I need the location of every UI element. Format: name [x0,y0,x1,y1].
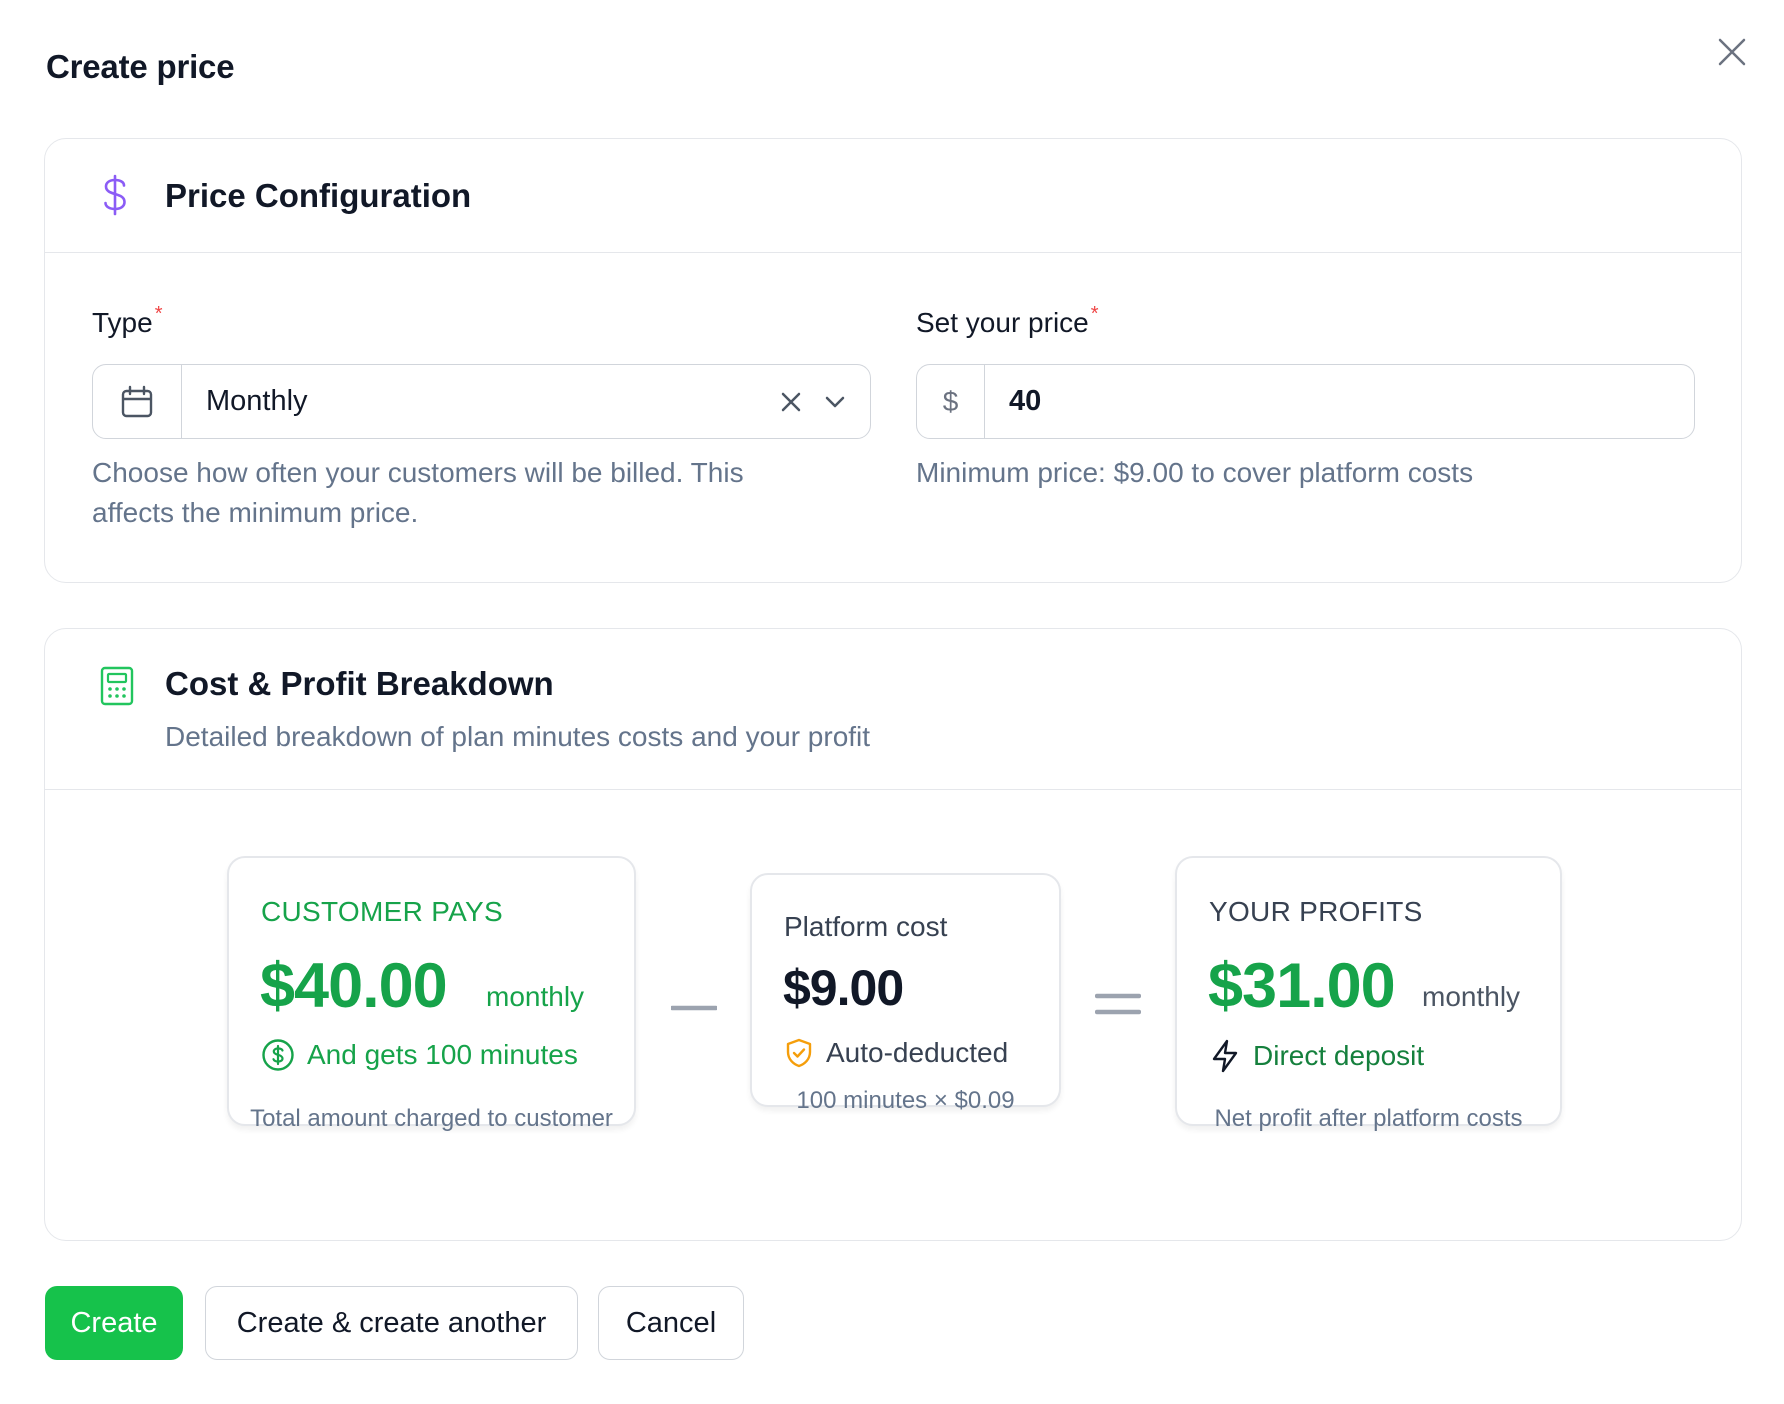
create-another-button[interactable]: Create & create another [205,1286,578,1360]
shield-check-icon [786,1038,812,1068]
platform-cost-note: Auto-deducted [784,1037,1008,1069]
calculator-icon [99,665,135,712]
price-configuration-header: Price Configuration [45,139,1741,253]
customer-pays-amount: $40.00 [260,951,448,1021]
platform-cost-note-text: Auto-deducted [826,1037,1009,1068]
required-mark: * [154,303,163,325]
your-profits-note-text: Direct deposit [1253,1040,1425,1071]
clear-selection-button[interactable] [780,391,802,413]
price-help-text: Minimum price: $9.00 to cover platform c… [916,457,1474,488]
platform-cost-card: Platform cost $9.00 Auto-deducted [750,873,1061,1107]
platform-cost-caption: 100 minutes × $0.09 [796,1087,1015,1114]
dropdown-toggle[interactable] [824,395,846,409]
price-label: Set your price * [916,303,1099,338]
customer-pays-note: And gets 100 minutes [261,1038,578,1072]
type-label: Type * [92,303,163,338]
customer-pays-caption: Total amount charged to customer [250,1105,613,1132]
required-mark: * [1090,303,1099,325]
breakdown-title: Cost & Profit Breakdown [165,665,554,702]
dialog-title: Create price [46,48,235,85]
create-button[interactable]: Create [45,1286,183,1360]
currency-prefix: $ [917,365,985,438]
cost-profit-breakdown-card: Cost & Profit Breakdown Detailed breakdo… [44,628,1742,1241]
type-select-prefix [93,365,182,438]
your-profits-card: YOUR PROFITS $31.00 monthly Direct depos… [1175,856,1562,1126]
close-icon [1718,38,1746,66]
cancel-button[interactable]: Cancel [598,1286,744,1360]
type-help-text: Choose how often your customers will be … [92,457,744,528]
your-profits-period: monthly [1422,981,1521,1012]
chevron-down-icon [825,396,845,407]
create-price-dialog: Create price Price Configuration Type* [0,0,1784,1404]
your-profits-label: YOUR PROFITS [1209,896,1423,927]
type-select[interactable]: Monthly [92,364,871,439]
customer-pays-card: CUSTOMER PAYS $40.00 monthly And gets 10… [227,856,636,1126]
your-profits-amount: $31.00 [1208,951,1396,1021]
price-input[interactable] [985,365,1694,438]
calendar-icon [121,385,153,417]
type-select-value: Monthly [206,385,308,417]
minus-icon [671,1005,717,1011]
platform-cost-amount: $9.00 [783,960,904,1016]
customer-pays-note-text: And gets 100 minutes [307,1039,578,1070]
dollar-icon [97,173,133,222]
customer-pays-period: monthly [486,981,585,1012]
platform-cost-label: Platform cost [784,911,948,942]
equals-icon [1095,993,1141,1015]
close-button[interactable] [1712,32,1752,72]
customer-pays-label: CUSTOMER PAYS [261,896,503,927]
breakdown-header: Cost & Profit Breakdown Detailed breakdo… [45,629,1741,790]
your-profits-note: Direct deposit [1209,1038,1424,1074]
dollar-circle-icon [262,1039,294,1071]
breakdown-subtitle: Detailed breakdown of plan minutes costs… [165,721,871,752]
your-profits-caption: Net profit after platform costs [1214,1105,1523,1132]
lightning-icon [1212,1039,1238,1073]
price-configuration-title: Price Configuration [165,177,472,214]
clear-icon [781,392,801,411]
price-configuration-card: Price Configuration Type * Monthly Choos… [44,138,1742,583]
price-field: $ [916,364,1695,439]
